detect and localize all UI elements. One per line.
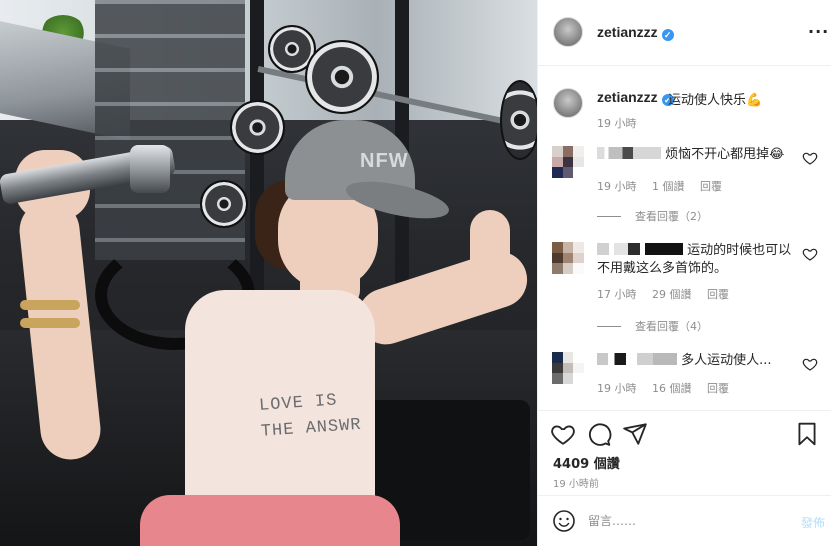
dumbbell-head [130, 145, 170, 193]
comment-time: 19 小時 [597, 382, 637, 395]
comment-time: 19 小時 [597, 180, 637, 193]
commenter-avatar[interactable] [552, 146, 584, 178]
instagram-post: NFW LOVE IS THE ANSWR zetianzzz ✓ ··· zet… [0, 0, 831, 546]
more-options-button[interactable]: ··· [808, 22, 829, 41]
divider-line [597, 216, 621, 217]
comment-likes[interactable]: 1 個讚 [652, 180, 685, 193]
username-link[interactable]: zetianzzz ✓ [597, 24, 674, 41]
weight-plate [305, 40, 379, 114]
caption-username-link[interactable]: zetianzzz ✓ [597, 89, 674, 106]
emoji-icon[interactable] [552, 509, 576, 533]
bookmark-icon[interactable] [794, 421, 820, 447]
post-panel: zetianzzz ✓ ··· zetianzzz ✓ 运动使人快乐💪 19 小時 … [537, 0, 831, 546]
post-comment-button[interactable]: 發佈 [801, 514, 825, 531]
view-replies-button[interactable]: 查看回覆（2） [597, 208, 708, 224]
comment-likes[interactable]: 29 個讚 [652, 288, 692, 301]
comment-body: 烦恼不开心都甩掉😂 [597, 146, 797, 164]
caption-username[interactable]: zetianzzz [597, 89, 658, 105]
leggings [140, 495, 400, 546]
comment-body: 运动的时候也可以不用戴这么多首饰的。 [597, 242, 797, 278]
post-photo[interactable]: NFW LOVE IS THE ANSWR [0, 0, 537, 546]
weight-plate [200, 180, 248, 228]
likes-count[interactable]: 4409 個讚 [553, 453, 620, 472]
heart-icon[interactable] [802, 246, 818, 262]
share-icon[interactable] [622, 421, 648, 447]
reply-button[interactable]: 回覆 [707, 288, 729, 301]
comment-text: 多人运动使人... [681, 353, 772, 368]
heart-icon[interactable] [550, 421, 576, 447]
cap-logo: NFW [360, 150, 409, 172]
comment-input[interactable] [588, 511, 778, 531]
weight-plate [230, 100, 285, 155]
heart-icon[interactable] [802, 150, 818, 166]
comment-meta: 19 小時 1 個讚 回覆 [597, 178, 734, 194]
comment-meta: 17 小時 29 個讚 回覆 [597, 286, 741, 302]
post-header: zetianzzz ✓ ··· [538, 0, 831, 66]
caption-time: 19 小時 [597, 117, 637, 130]
commenter-avatar[interactable] [552, 352, 584, 384]
comment-time: 17 小時 [597, 288, 637, 301]
view-replies-label[interactable]: 查看回覆（2） [635, 210, 708, 223]
comment: 多人运动使人... 19 小時 16 個讚 回覆 [538, 352, 831, 397]
comment-icon[interactable] [586, 421, 612, 447]
comment-text: 烦恼不开心都甩掉😂 [665, 147, 785, 162]
comment-meta: 19 小時 16 個讚 回覆 [597, 380, 741, 396]
view-replies-label[interactable]: 查看回覆（4） [635, 320, 708, 333]
view-replies-button[interactable]: 查看回覆（4） [597, 318, 708, 334]
reply-button[interactable]: 回覆 [700, 180, 722, 193]
avatar[interactable] [553, 17, 583, 47]
right-forearm [470, 210, 510, 310]
post-time[interactable]: 19 小時前 [553, 475, 599, 490]
bracelet [20, 300, 80, 310]
redacted-username [597, 243, 683, 255]
comment: 烦恼不开心都甩掉😂 19 小時 1 個讚 回覆 查看回覆（2） [538, 146, 831, 226]
avatar[interactable] [553, 88, 583, 118]
heart-icon[interactable] [802, 356, 818, 372]
redacted-username [597, 353, 677, 365]
comment: 运动的时候也可以不用戴这么多首饰的。 17 小時 29 個讚 回覆 查看回覆（4… [538, 242, 831, 337]
caption: zetianzzz ✓ 运动使人快乐💪 19 小時 [538, 80, 831, 140]
comment-likes[interactable]: 16 個讚 [652, 382, 692, 395]
bracelet [20, 318, 80, 328]
comment-box: 發佈 [538, 495, 831, 546]
tank-print: LOVE IS THE ANSWR [258, 391, 363, 442]
comment-body: 多人运动使人... [597, 352, 797, 370]
username[interactable]: zetianzzz [597, 24, 658, 40]
verified-badge-icon: ✓ [661, 29, 674, 41]
commenter-avatar[interactable] [552, 242, 584, 274]
divider-line [597, 326, 621, 327]
redacted-username [597, 147, 661, 159]
reply-button[interactable]: 回覆 [707, 382, 729, 395]
caption-text: 运动使人快乐💪 [668, 93, 763, 108]
weight-plate [500, 80, 537, 160]
